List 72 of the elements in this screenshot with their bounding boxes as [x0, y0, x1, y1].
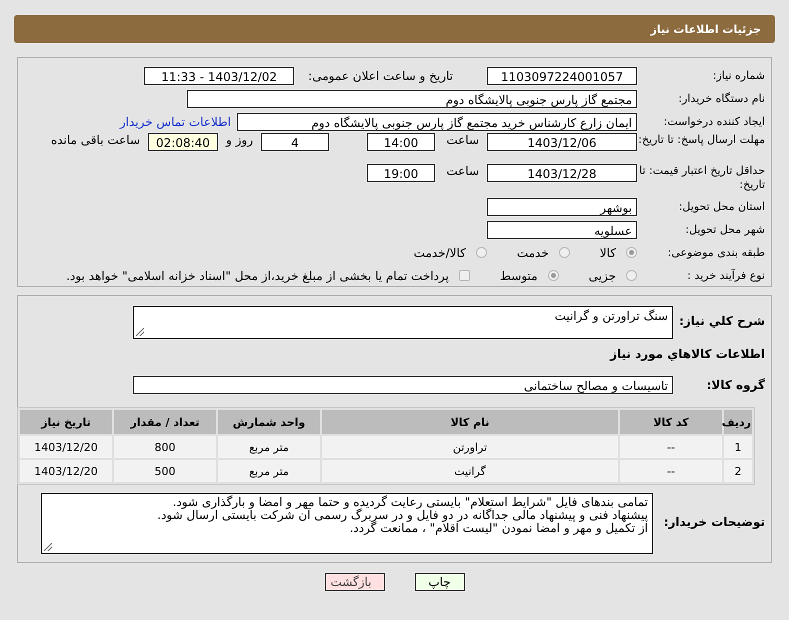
notes-textarea[interactable] — [41, 493, 653, 554]
radio-button[interactable] — [626, 270, 637, 281]
goods-group-field: تاسیسات و مصالح ساختمانی — [133, 376, 673, 394]
checkbox[interactable] — [458, 270, 470, 281]
requester-field: ایمان زارع کارشناس خرید مجتمع گاز پارس جنوبی پالایشگاه دوم — [237, 112, 637, 130]
notes-line: از تکمیل و مهر و امضا نمودن "لیست اقلام" ، ممانعت گردد. — [348, 522, 648, 535]
action-button[interactable]: بازگشت — [324, 573, 384, 591]
announce-date-field: 1403/12/02 - 11:33 — [144, 66, 294, 84]
table-cell: 800 — [114, 436, 216, 458]
summary-textarea[interactable]: سنگ تراورتن و گرانیت — [133, 306, 673, 339]
buyer-field: مجتمع گاز پارس جنوبی پالایشگاه دوم — [187, 90, 637, 108]
days-label: روز و — [226, 133, 253, 147]
field-label: تاریخ و ساعت اعلان عمومی: — [308, 68, 453, 82]
action-button[interactable]: چاپ — [414, 573, 464, 591]
radio-label: کالا — [600, 246, 616, 260]
table-cell: 2 — [724, 460, 752, 482]
table-cell: 1 — [724, 436, 752, 458]
days-field: 4 — [261, 133, 329, 151]
field-label: شماره نیاز: — [712, 69, 766, 82]
column-header: تاریخ نیاز — [20, 410, 112, 434]
reply-date-field: 1403/12/06 — [487, 133, 637, 151]
resize-grip-icon[interactable] — [44, 543, 52, 551]
table-cell: متر مربع — [218, 436, 320, 458]
radio-label: متوسط — [500, 268, 538, 282]
notes-line: پیشنهاد فنی و پیشنهاد مالی جداگانه در دو فایل و در سربرگ رسمی آن شرکت بایستی ارسال شود. — [156, 509, 648, 522]
table-cell: 1403/12/20 — [20, 460, 112, 482]
radio-label: خدمت — [516, 246, 549, 260]
section-heading: اطلاعات کالاهاي مورد نياز — [608, 347, 766, 361]
time-label: ساعت — [445, 164, 480, 178]
validity-time-field: 19:00 — [367, 164, 435, 182]
column-header: ردیف — [724, 410, 752, 434]
radio-button[interactable] — [626, 247, 637, 258]
notes-line: تمامی بندهای فایل "شرایط استعلام" بایستی رعایت گردیده و حتما مهر و امضا و بارگذاری شود. — [172, 496, 648, 509]
field-label: استان محل تحویل: — [678, 200, 766, 213]
field-label: نام دستگاه خریدار: — [677, 92, 766, 105]
reply-time-field: 14:00 — [367, 133, 435, 151]
radio-button[interactable] — [558, 247, 570, 258]
table-cell: 1403/12/20 — [20, 436, 112, 458]
column-header: نام کالا — [322, 410, 618, 434]
remaining-time-field: 02:08:40 — [148, 133, 218, 151]
table-cell: متر مربع — [218, 460, 320, 482]
field-label: نوع فرآیند خرید : — [686, 269, 766, 282]
remaining-label: ساعت باقی مانده — [50, 133, 140, 147]
column-header: واحد شمارش — [218, 410, 320, 434]
validity-date-field: 1403/12/28 — [487, 164, 637, 182]
field-label: گروه کالا: — [706, 378, 766, 392]
need-number-field: 1103097224001057 — [487, 66, 637, 84]
column-header: تعداد / مقدار — [114, 410, 216, 434]
time-label: ساعت — [445, 133, 480, 147]
field-label: شهر محل تحویل: — [684, 223, 766, 236]
column-header: کد کالا — [620, 410, 722, 434]
table-cell: گرانیت — [322, 460, 618, 482]
radio-label: جزیی — [588, 268, 616, 282]
field-label: طبقه بندی موضوعی: — [666, 246, 766, 259]
field-label: مهلت ارسال پاسخ: تا تاریخ: — [637, 133, 766, 147]
city-field: عسلویه — [487, 220, 637, 238]
resize-grip-icon[interactable] — [136, 328, 144, 336]
table-cell: تراورتن — [322, 436, 618, 458]
radio-label: کالا/خدمت — [414, 246, 466, 260]
field-label: ایجاد کننده درخواست: — [662, 115, 766, 128]
field-label: حداقل تاریخ اعتبار قیمت: تا تاریخ: — [638, 164, 766, 192]
page-title: جزئیات اطلاعات نیاز — [650, 22, 761, 36]
table-cell: -- — [620, 460, 722, 482]
checkbox-label: پرداخت تمام یا بخشی از مبلغ خرید،از محل "اسناد خزانه اسلامی" خواهد بود. — [66, 268, 449, 282]
buyer-contact-link[interactable]: اطلاعات تماس خریدار — [120, 114, 231, 128]
field-label: توضیحات خریدار: — [662, 515, 766, 529]
province-field: بوشهر — [487, 198, 637, 216]
field-label: شرح کلي نياز: — [678, 314, 766, 328]
table-cell: 500 — [114, 460, 216, 482]
radio-button[interactable] — [548, 270, 559, 281]
radio-button[interactable] — [476, 247, 487, 258]
table-cell: -- — [620, 436, 722, 458]
